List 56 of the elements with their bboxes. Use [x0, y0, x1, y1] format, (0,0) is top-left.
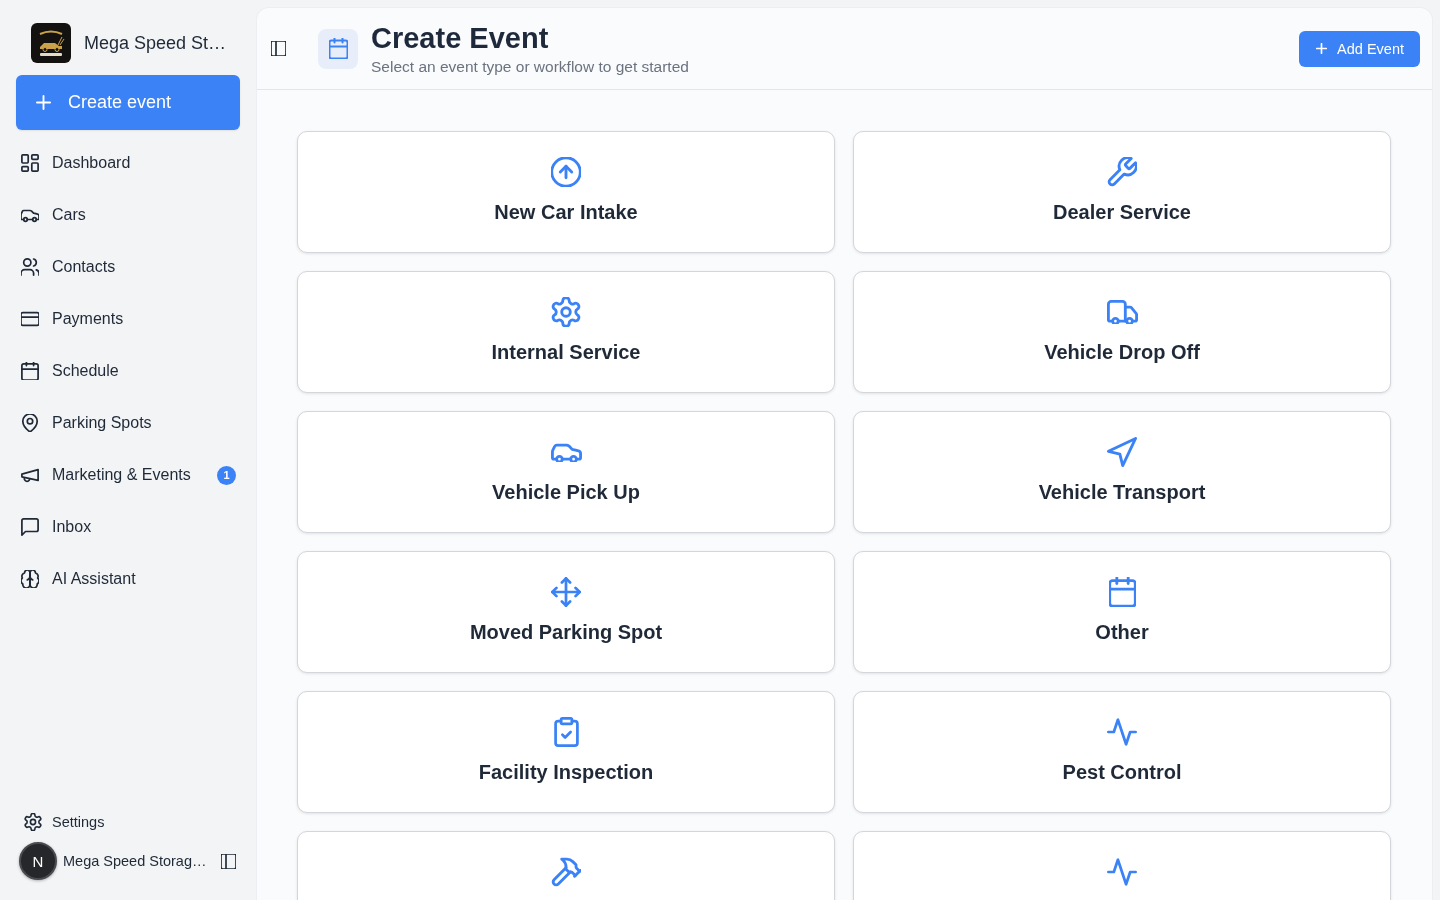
panel-icon — [220, 853, 236, 869]
sidebar-item[interactable]: Parking Spots — [16, 397, 240, 449]
sidebar-item[interactable]: Contacts — [16, 241, 240, 293]
create-event-button[interactable]: Create event — [16, 75, 240, 130]
sidebar-item[interactable]: Schedule — [16, 345, 240, 397]
settings-icon — [24, 813, 42, 831]
event-type-card[interactable]: Pest Control — [853, 691, 1391, 813]
sidebar-item[interactable]: Inbox — [16, 501, 240, 553]
brain-icon — [21, 570, 39, 588]
event-type-card[interactable]: Vehicle Pick Up — [297, 411, 835, 533]
pulse-line-icon — [1107, 857, 1137, 887]
sidebar-toggle-button[interactable] — [271, 41, 286, 56]
page-subtitle: Select an event type or workflow to get started — [371, 56, 689, 77]
sidebar-item[interactable]: Payments — [16, 293, 240, 345]
pulse-line-icon — [1107, 717, 1137, 747]
logo-image — [31, 23, 71, 63]
add-event-button[interactable]: Add Event — [1299, 30, 1420, 67]
gear-icon — [551, 297, 581, 327]
users-icon — [21, 258, 39, 276]
event-type-card[interactable]: Facility Inspection — [297, 691, 835, 813]
wrench-icon — [1107, 157, 1137, 187]
count-badge: 1 — [217, 465, 236, 485]
map-pin-icon — [21, 414, 39, 432]
calendar-icon — [21, 362, 39, 380]
event-type-card[interactable]: Other — [853, 551, 1391, 673]
clipboard-check-icon — [553, 717, 579, 747]
chat-bubble-icon — [21, 518, 39, 536]
sidebar-item[interactable]: Cars — [16, 189, 240, 241]
event-type-card[interactable]: Vehicle Transport — [853, 411, 1391, 533]
sidebar-item[interactable]: Dashboard — [16, 137, 240, 189]
event-type-card[interactable]: Moved Parking Spot — [297, 551, 835, 673]
plus-icon — [36, 95, 51, 110]
sidebar-toggle-button[interactable] — [220, 853, 236, 869]
megaphone-icon — [21, 466, 39, 484]
panel-icon — [271, 41, 286, 56]
truck-icon — [1106, 300, 1138, 324]
account-name: Mega Speed Storag… — [63, 853, 207, 869]
event-type-card[interactable]: Internal Service — [297, 271, 835, 393]
sidebar-item[interactable]: Marketing & Events 1 — [16, 449, 240, 501]
event-type-card[interactable]: Vehicle Drop Off — [853, 271, 1391, 393]
event-type-card[interactable]: Dealer Service — [853, 131, 1391, 253]
dashboard-icon — [21, 154, 39, 172]
company-name: Mega Speed St… — [84, 32, 227, 54]
hammer-icon — [551, 857, 581, 887]
calendar-icon — [318, 28, 358, 69]
sidebar-item[interactable]: AI Assistant — [16, 553, 240, 605]
credit-card-icon — [21, 310, 39, 328]
avatar[interactable]: N — [19, 842, 57, 880]
move-arrows-icon — [551, 577, 581, 607]
settings-link[interactable]: Settings — [16, 804, 111, 840]
navigation-arrow-icon — [1107, 437, 1137, 467]
calendar-icon — [1108, 577, 1136, 607]
plus-icon — [1316, 43, 1328, 54]
event-type-card[interactable]: New Car Intake — [297, 131, 835, 253]
page-title: Create Event — [371, 20, 549, 55]
car-icon — [550, 443, 582, 462]
